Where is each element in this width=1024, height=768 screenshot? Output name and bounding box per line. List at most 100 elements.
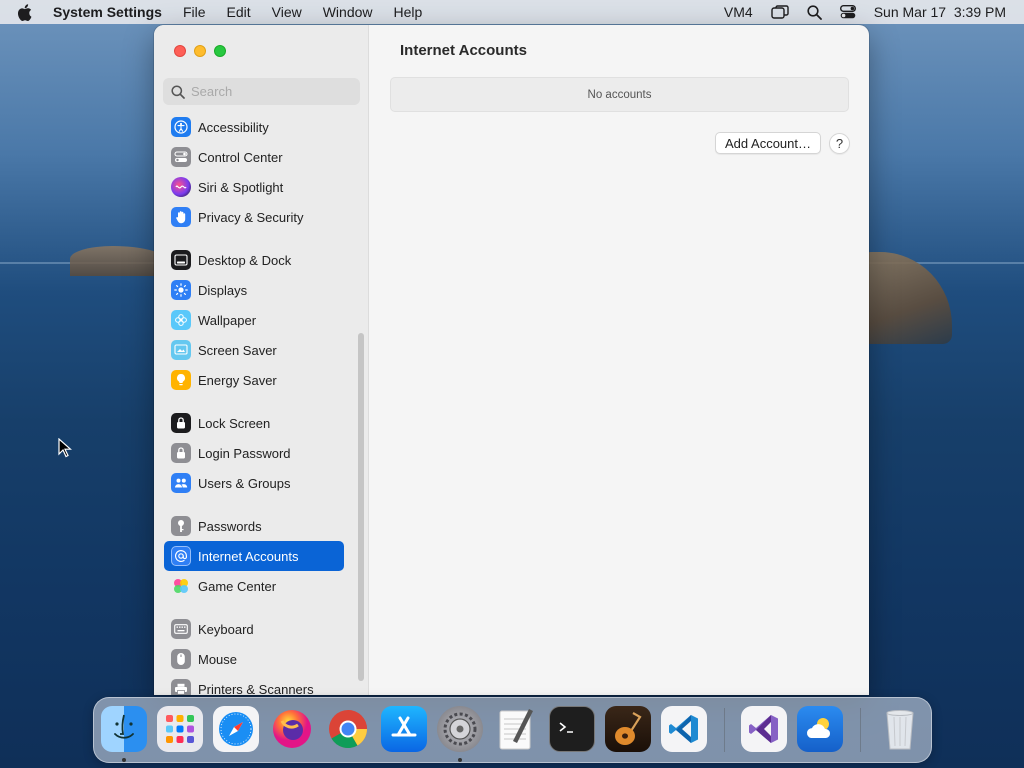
sidebar-item-label: Accessibility bbox=[198, 119, 269, 135]
empty-state-label: No accounts bbox=[587, 88, 652, 101]
screen-saver-icon bbox=[171, 340, 191, 360]
close-window-button[interactable] bbox=[174, 45, 186, 57]
sidebar-item-screen-saver[interactable]: Screen Saver bbox=[164, 335, 344, 365]
dock-garageband-icon[interactable] bbox=[605, 706, 651, 752]
screen-mirroring-icon[interactable] bbox=[771, 5, 789, 19]
spotlight-search-icon[interactable] bbox=[807, 4, 822, 20]
search-field[interactable] bbox=[163, 78, 360, 105]
sidebar-item-label: Printers & Scanners bbox=[198, 681, 314, 696]
sidebar-item-label: Siri & Spotlight bbox=[198, 179, 284, 195]
lock-screen-icon bbox=[171, 413, 191, 433]
apple-menu-icon[interactable] bbox=[17, 3, 37, 21]
dock-separator bbox=[860, 708, 861, 752]
menu-app-name[interactable]: System Settings bbox=[53, 4, 162, 20]
menu-edit[interactable]: Edit bbox=[227, 4, 251, 20]
minimize-window-button[interactable] bbox=[194, 45, 206, 57]
lock-icon bbox=[171, 443, 191, 463]
dock-app-store-icon[interactable] bbox=[381, 706, 427, 752]
page-title: Internet Accounts bbox=[400, 42, 527, 59]
keyboard-icon bbox=[171, 619, 191, 639]
control-center-icon bbox=[171, 147, 191, 167]
sidebar-item-lock-screen[interactable]: Lock Screen bbox=[164, 408, 344, 438]
dock-system-settings-icon[interactable] bbox=[437, 706, 483, 752]
printer-icon bbox=[171, 679, 191, 695]
sidebar-item-siri-spotlight[interactable]: Siri & Spotlight bbox=[164, 172, 344, 202]
dock-textedit-icon[interactable] bbox=[493, 706, 539, 752]
sidebar-item-accessibility[interactable]: Accessibility bbox=[164, 112, 344, 142]
sidebar-item-label: Users & Groups bbox=[198, 475, 291, 491]
control-center-menu-icon[interactable] bbox=[839, 5, 856, 19]
dock-visual-studio-icon[interactable] bbox=[741, 706, 787, 752]
sidebar-item-label: Game Center bbox=[198, 578, 277, 594]
sidebar-item-label: Internet Accounts bbox=[198, 548, 299, 564]
help-button[interactable]: ? bbox=[829, 133, 850, 154]
sidebar-item-passwords[interactable]: Passwords bbox=[164, 511, 344, 541]
sidebar-item-displays[interactable]: Displays bbox=[164, 275, 344, 305]
status-vm-label[interactable]: VM4 bbox=[724, 4, 753, 20]
sidebar-item-label: Displays bbox=[198, 282, 248, 298]
sidebar-item-desktop-dock[interactable]: Desktop & Dock bbox=[164, 245, 344, 275]
mouse-pointer-icon bbox=[58, 438, 72, 458]
sidebar-item-label: Passwords bbox=[198, 518, 262, 534]
flower-icon bbox=[171, 310, 191, 330]
dock-finder-icon[interactable] bbox=[101, 706, 147, 752]
sidebar-item-users-groups[interactable]: Users & Groups bbox=[164, 468, 344, 498]
menu-file[interactable]: File bbox=[183, 4, 206, 20]
menu-clock[interactable]: Sun Mar 17 3:39 PM bbox=[874, 4, 1006, 20]
accounts-list-empty: No accounts bbox=[390, 77, 849, 112]
sidebar-item-mouse[interactable]: Mouse bbox=[164, 644, 344, 674]
dock bbox=[93, 697, 932, 763]
dock-icon bbox=[171, 250, 191, 270]
menu-help[interactable]: Help bbox=[394, 4, 423, 20]
desktop-island-right bbox=[862, 252, 952, 344]
sidebar-item-label: Lock Screen bbox=[198, 415, 271, 431]
sidebar-item-internet-accounts[interactable]: Internet Accounts bbox=[164, 541, 344, 571]
dock-vscode-icon[interactable] bbox=[661, 706, 707, 752]
menu-window[interactable]: Window bbox=[323, 4, 373, 20]
accessibility-icon bbox=[171, 117, 191, 137]
sidebar-item-label: Screen Saver bbox=[198, 342, 277, 358]
dock-chrome-icon[interactable] bbox=[325, 706, 371, 752]
system-settings-running-indicator bbox=[458, 758, 462, 762]
sidebar-item-privacy-security[interactable]: Privacy & Security bbox=[164, 202, 344, 232]
sidebar-item-label: Energy Saver bbox=[198, 372, 277, 388]
system-settings-window: Accessibility Control Center Siri & Spot… bbox=[154, 25, 869, 695]
content-pane: Internet Accounts No accounts Add Accoun… bbox=[370, 25, 869, 695]
search-input[interactable] bbox=[191, 84, 351, 99]
add-account-button[interactable]: Add Account… bbox=[715, 132, 821, 154]
sidebar-item-energy-saver[interactable]: Energy Saver bbox=[164, 365, 344, 395]
search-icon bbox=[171, 84, 185, 99]
dock-terminal-icon[interactable] bbox=[549, 706, 595, 752]
sidebar-item-label: Mouse bbox=[198, 651, 238, 667]
key-icon bbox=[171, 516, 191, 536]
mouse-icon bbox=[171, 649, 191, 669]
dock-launchpad-icon[interactable] bbox=[157, 706, 203, 752]
sidebar-item-label: Login Password bbox=[198, 445, 291, 461]
sidebar-item-label: Control Center bbox=[198, 149, 283, 165]
sidebar-item-label: Privacy & Security bbox=[198, 209, 304, 225]
sidebar-item-keyboard[interactable]: Keyboard bbox=[164, 614, 344, 644]
sidebar-item-control-center[interactable]: Control Center bbox=[164, 142, 344, 172]
sidebar-item-label: Keyboard bbox=[198, 621, 254, 637]
dock-separator bbox=[724, 708, 725, 752]
dock-safari-icon[interactable] bbox=[213, 706, 259, 752]
window-controls bbox=[174, 45, 226, 57]
menu-bar: System Settings File Edit View Window He… bbox=[0, 0, 1024, 24]
dock-trash-icon[interactable] bbox=[877, 706, 923, 752]
sun-icon bbox=[171, 280, 191, 300]
sidebar: Accessibility Control Center Siri & Spot… bbox=[154, 25, 369, 695]
dock-weather-icon[interactable] bbox=[797, 706, 843, 752]
menu-view[interactable]: View bbox=[272, 4, 302, 20]
zoom-window-button[interactable] bbox=[214, 45, 226, 57]
finder-running-indicator bbox=[122, 758, 126, 762]
bulb-icon bbox=[171, 370, 191, 390]
at-icon bbox=[171, 546, 191, 566]
hand-icon bbox=[171, 207, 191, 227]
sidebar-item-printers-scanners[interactable]: Printers & Scanners bbox=[164, 674, 344, 695]
sidebar-item-login-password[interactable]: Login Password bbox=[164, 438, 344, 468]
sidebar-item-wallpaper[interactable]: Wallpaper bbox=[164, 305, 344, 335]
dock-firefox-icon[interactable] bbox=[269, 706, 315, 752]
users-icon bbox=[171, 473, 191, 493]
sidebar-item-game-center[interactable]: Game Center bbox=[164, 571, 344, 601]
sidebar-scrollbar[interactable] bbox=[358, 333, 364, 681]
